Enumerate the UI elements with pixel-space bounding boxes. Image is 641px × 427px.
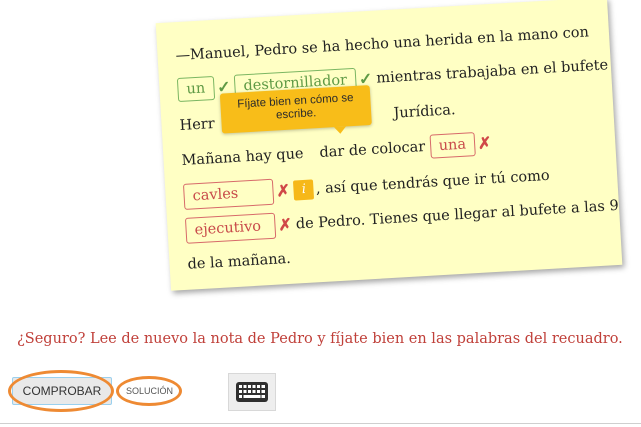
note-line-4: Mañana hay que dar de colocar una ✗ <box>181 131 496 173</box>
note-line-7: de la mañana. <box>187 250 292 273</box>
keyboard-icon <box>236 382 268 402</box>
feedback-message: ¿Seguro? Lee de nuevo la nota de Pedro y… <box>17 331 623 347</box>
note-text: de Pedro. Tienes que llegar al bufete a … <box>295 197 620 233</box>
hint-info-icon[interactable]: i <box>293 179 315 201</box>
cross-icon: ✗ <box>477 133 492 153</box>
divider <box>0 423 641 424</box>
note-text: Jurídica. <box>393 102 456 122</box>
note-text: Herr <box>179 116 216 135</box>
note-text: mientras trabajaba en el bufete <box>375 57 609 87</box>
answer-field-ejecutivo[interactable]: ejecutivo <box>184 212 277 244</box>
answer-field-una[interactable]: una <box>429 132 476 159</box>
cross-icon: ✗ <box>277 214 293 235</box>
answer-field-un[interactable]: un <box>176 75 215 103</box>
exercise-note: —Manuel, Pedro se ha hecho una herida en… <box>155 0 623 291</box>
keyboard-button[interactable] <box>228 373 276 411</box>
note-text: , así que tendrás que ir tú como <box>315 167 551 198</box>
highlight-ring <box>116 376 182 406</box>
note-text: dar de colocar <box>319 138 426 162</box>
cross-icon: ✗ <box>275 180 291 201</box>
answer-field-cavles[interactable]: cavles <box>182 178 275 210</box>
highlight-ring <box>8 370 114 412</box>
note-text: Mañana hay que <box>181 145 304 169</box>
